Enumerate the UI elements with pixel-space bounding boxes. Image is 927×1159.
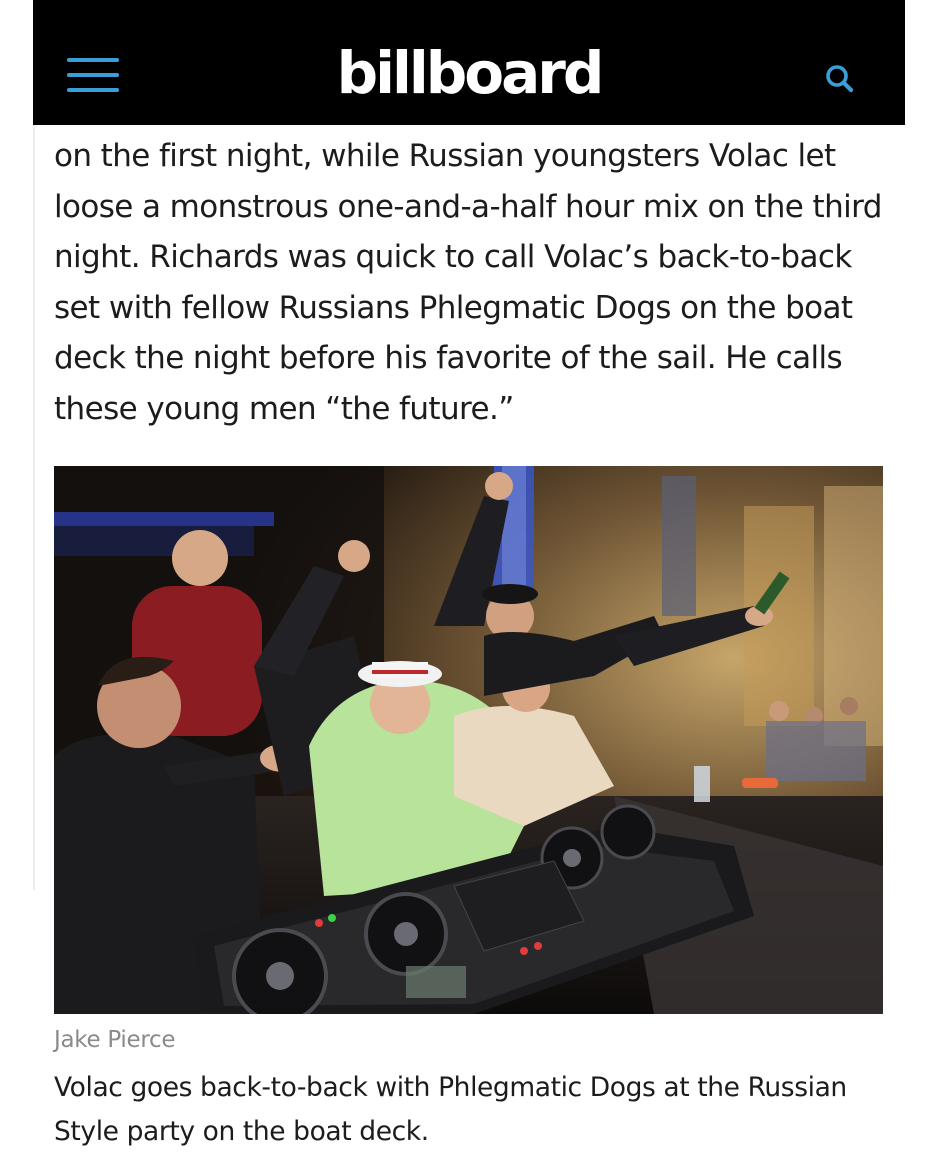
billboard-logo[interactable]: billboard bbox=[33, 38, 905, 108]
site-header: billboard bbox=[33, 0, 905, 125]
search-icon[interactable] bbox=[823, 62, 857, 96]
page-edge bbox=[33, 125, 35, 890]
photo-caption: Volac goes back-to-back with Phlegmatic … bbox=[54, 1072, 847, 1147]
article-body-text: on the first night, while Russian youngs… bbox=[54, 138, 882, 427]
article-photo bbox=[54, 466, 883, 1014]
photo-credit: Jake Pierce bbox=[54, 1027, 176, 1053]
